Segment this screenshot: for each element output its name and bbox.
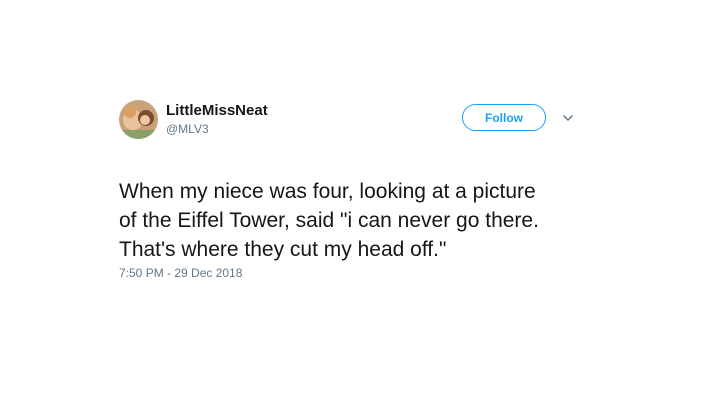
avatar-image <box>119 100 158 139</box>
tweet-timestamp[interactable]: 7:50 PM - 29 Dec 2018 <box>119 266 242 280</box>
tweet-text-line: of the Eiffel Tower, said "i can never g… <box>119 209 539 232</box>
follow-button[interactable]: Follow <box>462 104 546 131</box>
tweet-text: When my niece was four, looking at a pic… <box>119 177 599 264</box>
tweet-text-line: That's where they cut my head off." <box>119 238 447 261</box>
display-name[interactable]: LittleMissNeat <box>166 102 268 119</box>
user-handle[interactable]: @MLV3 <box>166 122 209 136</box>
tweet-text-line: When my niece was four, looking at a pic… <box>119 180 536 203</box>
avatar[interactable] <box>119 100 158 139</box>
chevron-down-icon[interactable] <box>562 113 574 123</box>
